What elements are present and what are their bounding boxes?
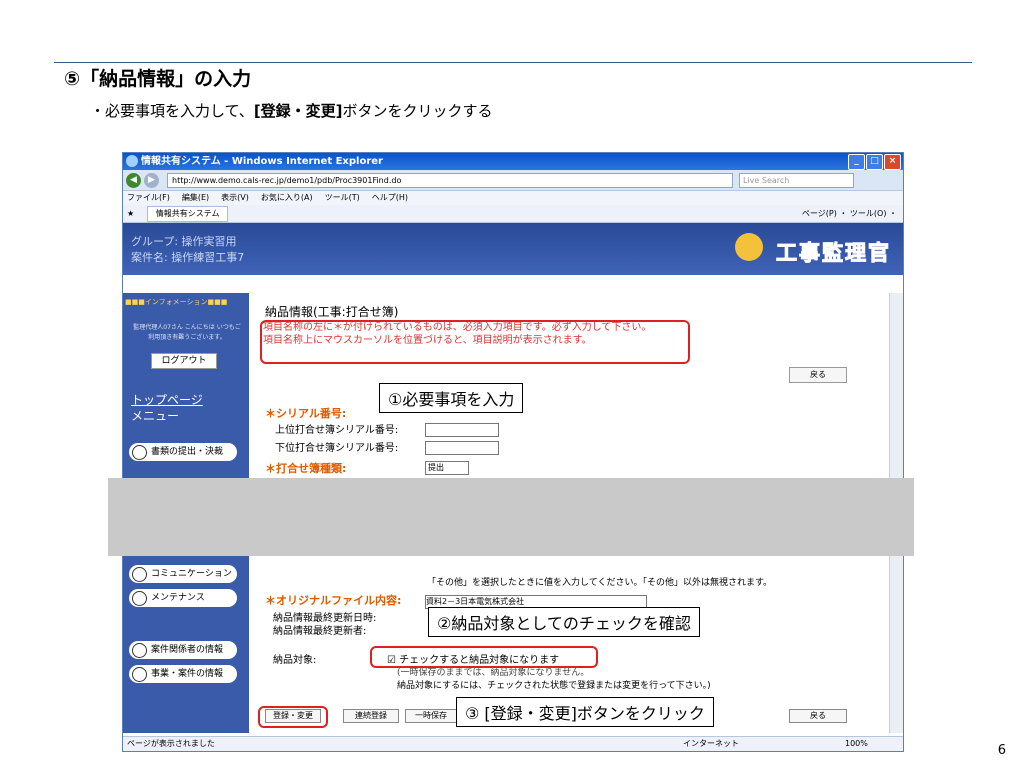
browser-title: 情報共有システム - Windows Internet Explorer — [141, 156, 383, 167]
mail-icon — [132, 567, 147, 582]
wrench-icon — [132, 591, 147, 606]
updated-by-label: 納品情報最終更新者: — [273, 626, 367, 637]
menu-favorites[interactable]: お気に入り(A) — [261, 191, 313, 205]
greeting: 監理代理人07さん こんにちは いつもご利用頂き有難うございます。 — [133, 324, 241, 341]
menu-view[interactable]: 表示(V) — [221, 191, 249, 205]
sidebar-item-communication[interactable]: コミュニケーション — [129, 565, 237, 583]
logout-button[interactable]: ログアウト — [151, 353, 217, 369]
torn-page-overlay — [108, 478, 914, 556]
search-input[interactable]: Live Search — [739, 172, 854, 188]
checkbox-highlight — [370, 646, 598, 668]
menu-help[interactable]: ヘルプ(H) — [372, 191, 408, 205]
type-select[interactable]: 提出 — [425, 460, 469, 475]
check-icon — [132, 667, 147, 682]
type-row: ＊打合せ簿種類: 提出 — [265, 457, 469, 476]
sidebar-item-maintenance[interactable]: メンテナンス — [129, 589, 237, 607]
slide-title: ⑤「納品情報」の入力 — [64, 68, 252, 90]
browser-tab[interactable]: 情報共有システム — [146, 206, 229, 222]
temp-save-button[interactable]: 一時保存 — [405, 709, 457, 723]
back-button[interactable]: 戻る — [789, 367, 847, 383]
minimize-button[interactable]: _ — [848, 154, 865, 170]
lower-serial-row: 下位打合せ簿シリアル番号: — [275, 439, 499, 455]
register-button-highlight — [258, 706, 328, 728]
menu-file[interactable]: ファイル(F) — [127, 191, 170, 205]
slide-instruction: ・必要事項を入力して、[登録・変更]ボタンをクリックする — [90, 102, 493, 120]
sidebar-item-stakeholders[interactable]: 案件関係者の情報 — [129, 641, 237, 659]
favorites-star-icon[interactable]: ★ — [127, 209, 134, 218]
upper-serial-input[interactable] — [425, 423, 499, 437]
page-heading: 納品情報(工事:打合せ簿) — [265, 305, 399, 319]
project-label: 案件名: 操作練習工事7 — [131, 251, 245, 264]
title-rule — [54, 62, 972, 63]
callout-step-3: ③ [登録・変更]ボタンをクリック — [456, 697, 714, 727]
page-tools[interactable]: ページ(P) ・ ツール(O) ・ — [802, 205, 897, 222]
forward-arrow-icon[interactable]: ▶ — [144, 172, 159, 188]
page-number: 6 — [997, 743, 1006, 758]
address-input[interactable]: http://www.demo.cals-rec.jp/demo1/pdb/Pr… — [167, 172, 733, 188]
top-page-link[interactable]: トップページ — [131, 391, 203, 408]
favorites-bar: ★ 情報共有システム ページ(P) ・ ツール(O) ・ — [123, 205, 903, 223]
zone-text: インターネット — [683, 739, 739, 748]
other-note: 「その他」を選択したときに値を入力してください。「その他」以外は無視されます。 — [427, 578, 773, 588]
upper-serial-row: 上位打合せ簿シリアル番号: — [275, 421, 499, 437]
delivery-note2: 納品対象にするには、チェックされた状態で登録または変更を行って下さい。) — [397, 681, 711, 691]
app-logo: 工事監理官 — [776, 241, 891, 266]
callout-step-2: ②納品対象としてのチェックを確認 — [428, 607, 700, 637]
status-text: ページが表示されました — [127, 739, 215, 748]
status-bar: ページが表示されました インターネット 100% — [123, 736, 903, 751]
zoom-text[interactable]: 100% — [845, 737, 868, 751]
app-header: グループ: 操作実習用 案件名: 操作練習工事7 工事監理官 — [123, 223, 903, 275]
worker-mascot-icon — [735, 233, 763, 261]
ie-icon — [126, 155, 138, 167]
menu-label: メニュー — [131, 409, 180, 423]
menu-bar: ファイル(F) 編集(E) 表示(V) お気に入り(A) ツール(T) ヘルプ(… — [123, 191, 903, 205]
address-bar-row: ◀ ▶ http://www.demo.cals-rec.jp/demo1/pd… — [123, 170, 903, 191]
callout-step-1: ①必要事項を入力 — [379, 383, 524, 413]
serial-label: ＊シリアル番号: — [265, 407, 347, 420]
continuous-register-button[interactable]: 連続登録 — [343, 709, 399, 723]
document-icon — [132, 445, 147, 460]
sidebar-item-projects[interactable]: 事業・案件の情報 — [129, 665, 237, 683]
people-icon — [132, 643, 147, 658]
maximize-button[interactable]: □ — [866, 154, 883, 170]
browser-title-bar: 情報共有システム - Windows Internet Explorer _ □… — [123, 153, 903, 170]
close-button[interactable]: × — [884, 154, 901, 170]
original-file-row: ＊オリジナルファイル内容: 資料2－3日本電気株式会社 — [265, 589, 647, 609]
delivery-label: 納品対象: — [273, 655, 317, 666]
group-label: グループ: 操作実習用 — [131, 235, 237, 248]
sidebar-item-documents[interactable]: 書類の提出・決裁 — [129, 443, 237, 461]
menu-edit[interactable]: 編集(E) — [182, 191, 209, 205]
menu-tools[interactable]: ツール(T) — [325, 191, 360, 205]
lower-serial-input[interactable] — [425, 441, 499, 455]
notice-highlight — [260, 320, 690, 364]
back-button-bottom[interactable]: 戻る — [789, 709, 847, 723]
back-arrow-icon[interactable]: ◀ — [126, 172, 141, 188]
info-label: ■■■インフォメーション■■■ — [125, 298, 228, 306]
